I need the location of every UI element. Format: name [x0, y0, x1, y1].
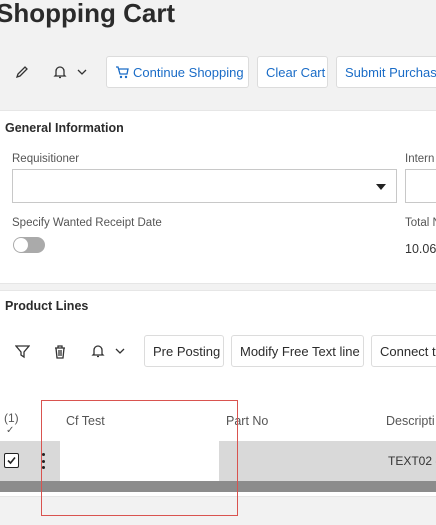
modify-free-text-line-button[interactable]: Modify Free Text line [231, 335, 364, 367]
internal-label: Intern [405, 153, 435, 165]
table-row[interactable]: TEXT02 - [0, 441, 436, 481]
total-value: 10.06 [405, 242, 436, 256]
column-header-cf-test[interactable]: Cf Test [66, 414, 105, 428]
connect-to-button[interactable]: Connect to [371, 335, 436, 367]
column-header-part-no[interactable]: Part No [226, 414, 268, 428]
pre-posting-label: Pre Posting [153, 343, 221, 359]
grid-header: (1) ✓ Cf Test Part No Descripti [0, 401, 436, 441]
dropdown-caret-icon [376, 184, 386, 190]
bell-icon[interactable] [50, 62, 70, 82]
page-title: Shopping Cart [0, 0, 176, 28]
column-header-description[interactable]: Descripti [386, 414, 435, 428]
selected-count: (1) [4, 411, 19, 425]
checkmark-icon [7, 456, 16, 465]
chevron-down-icon[interactable] [72, 62, 92, 82]
product-lines-card: Product Lines Pre Posting Modify Free Te… [0, 290, 436, 497]
submit-purchase-button[interactable]: Submit Purchase [336, 56, 436, 88]
select-all-check-icon[interactable]: ✓ [6, 425, 14, 436]
internal-field[interactable] [405, 169, 436, 203]
wanted-receipt-date-label: Specify Wanted Receipt Date [12, 217, 162, 229]
bell-icon[interactable] [88, 341, 108, 361]
chevron-down-icon[interactable] [110, 341, 130, 361]
requisitioner-select[interactable] [12, 169, 397, 203]
wanted-receipt-date-toggle[interactable] [13, 237, 45, 253]
product-lines-toolbar: Pre Posting Modify Free Text line Connec… [0, 335, 436, 367]
description-cell: TEXT02 - [388, 454, 436, 468]
row-checkbox[interactable] [4, 453, 19, 468]
horizontal-scrollbar[interactable] [0, 481, 436, 492]
trash-icon[interactable] [50, 341, 70, 361]
kebab-menu-icon[interactable] [40, 453, 46, 469]
pre-posting-button[interactable]: Pre Posting [144, 335, 224, 367]
pencil-icon[interactable] [12, 62, 32, 82]
clear-cart-button[interactable]: Clear Cart [257, 56, 328, 88]
filter-icon[interactable] [12, 341, 32, 361]
cart-icon [115, 65, 129, 79]
modify-free-text-line-label: Modify Free Text line [240, 343, 360, 359]
clear-cart-label: Clear Cart [266, 64, 326, 80]
main-toolbar: Continue Shopping Clear Cart Submit Purc… [0, 56, 436, 88]
requisitioner-label: Requisitioner [12, 153, 80, 165]
submit-purchase-label: Submit Purchase [345, 64, 436, 80]
total-label: Total N [405, 217, 436, 229]
product-lines-title: Product Lines [5, 299, 89, 313]
general-information-title: General Information [5, 121, 124, 135]
general-information-card: General Information Requisitioner Intern… [0, 110, 436, 284]
continue-shopping-button[interactable]: Continue Shopping [106, 56, 249, 88]
connect-to-label: Connect to [380, 343, 436, 359]
cf-test-cell-input[interactable] [60, 441, 219, 481]
continue-shopping-label: Continue Shopping [133, 64, 244, 80]
